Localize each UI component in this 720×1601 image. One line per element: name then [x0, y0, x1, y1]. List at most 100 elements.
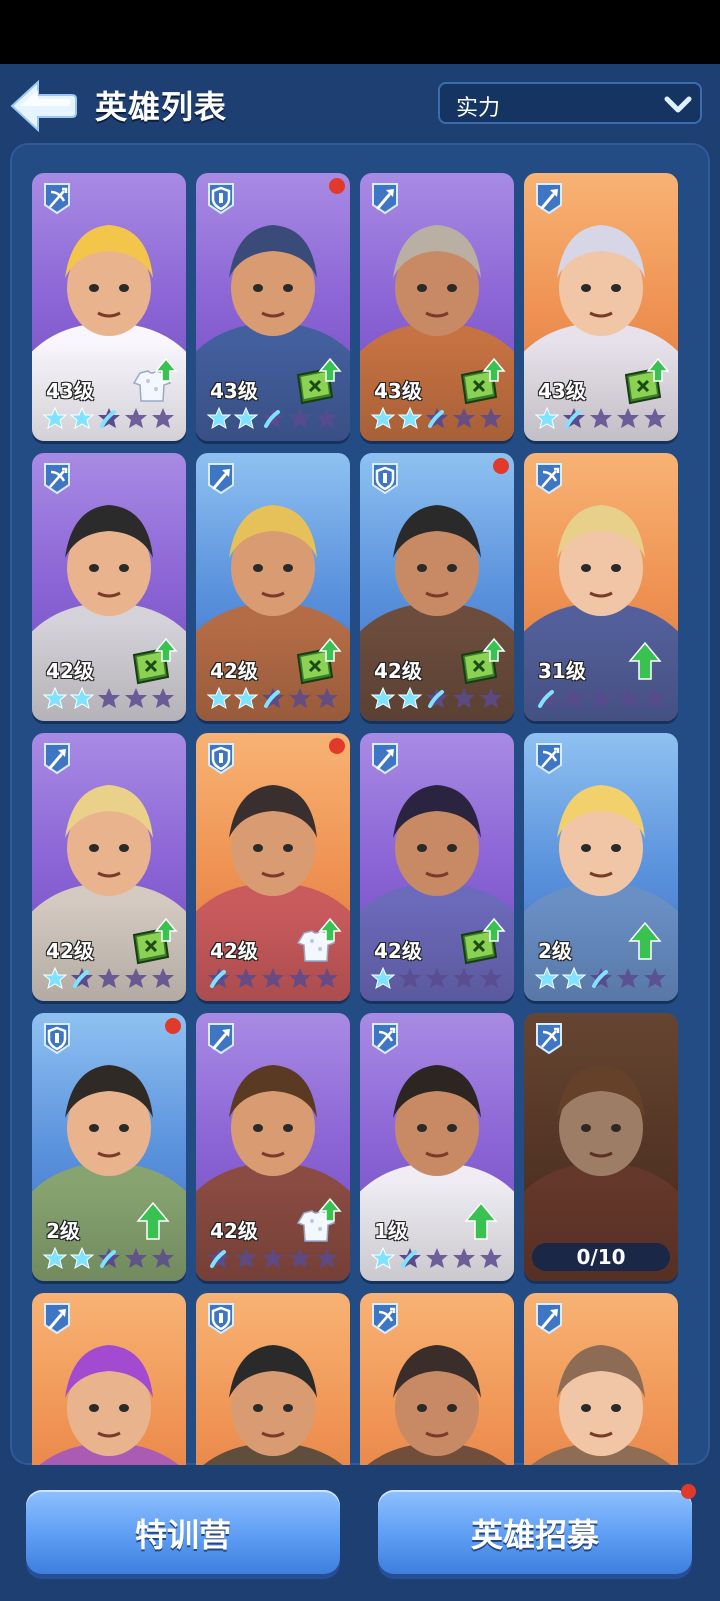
star-icon [69, 406, 95, 430]
skill-book-upgrade-icon [128, 917, 178, 967]
crossbow-class-icon [534, 741, 564, 775]
star-icon [370, 966, 396, 990]
hero-card[interactable]: 43级 [32, 173, 186, 441]
hero-level: 43级 [538, 379, 586, 403]
hero-card[interactable]: 42级 [196, 733, 350, 1001]
star-icon [563, 688, 585, 708]
hero-card[interactable]: 42级 [360, 733, 514, 1001]
hero-level: 43级 [374, 379, 422, 403]
star-rating [534, 685, 668, 713]
star-icon [262, 408, 284, 428]
star-icon [534, 966, 560, 990]
star-icon [125, 968, 147, 988]
star-icon [453, 1248, 475, 1268]
hero-card[interactable]: 42级 [32, 733, 186, 1001]
hero-card[interactable]: 31级 [524, 453, 678, 721]
skill-book-upgrade-icon [456, 357, 506, 407]
hero-card[interactable] [196, 1293, 350, 1465]
star-icon [316, 688, 338, 708]
notification-dot [493, 458, 509, 474]
hero-card[interactable]: 43级 [524, 173, 678, 441]
notification-dot [329, 178, 345, 194]
star-icon [563, 408, 585, 428]
star-icon [98, 1248, 120, 1268]
spear-class-icon [370, 181, 400, 215]
skill-book-upgrade-icon [456, 917, 506, 967]
skill-book-upgrade-icon [620, 357, 670, 407]
skill-book-upgrade-icon [456, 637, 506, 687]
star-icon [397, 686, 423, 710]
hero-card[interactable] [32, 1293, 186, 1465]
hero-card[interactable] [524, 1293, 678, 1465]
hero-level: 42级 [210, 1219, 258, 1243]
hero-card[interactable]: 43级 [360, 173, 514, 441]
star-icon [590, 688, 612, 708]
star-icon [152, 1248, 174, 1268]
hero-level: 2级 [538, 939, 572, 963]
hero-card[interactable]: 1级 [360, 1013, 514, 1281]
star-icon [453, 408, 475, 428]
sort-dropdown[interactable]: 实力 [438, 82, 702, 124]
hero-level: 42级 [46, 659, 94, 683]
star-icon [262, 968, 284, 988]
star-icon [233, 686, 259, 710]
back-button[interactable] [8, 76, 78, 136]
star-icon [208, 968, 230, 988]
star-icon [262, 1248, 284, 1268]
crossbow-class-icon [370, 1021, 400, 1055]
star-icon [536, 688, 558, 708]
hero-card[interactable]: 0/10 [524, 1013, 678, 1281]
star-icon [125, 1248, 147, 1268]
hero-card[interactable]: 2级 [524, 733, 678, 1001]
spear-class-icon [206, 461, 236, 495]
star-icon [289, 968, 311, 988]
star-icon [262, 688, 284, 708]
hero-card[interactable] [360, 1293, 514, 1465]
star-icon [235, 968, 257, 988]
hero-level: 42级 [46, 939, 94, 963]
crossbow-class-icon [534, 1021, 564, 1055]
star-rating [534, 405, 668, 433]
star-icon [561, 966, 587, 990]
star-icon [453, 968, 475, 988]
star-icon [644, 688, 666, 708]
hero-level: 42级 [374, 659, 422, 683]
hero-card[interactable]: 42级 [360, 453, 514, 721]
star-rating [206, 685, 340, 713]
star-icon [534, 406, 560, 430]
star-icon [426, 408, 448, 428]
star-icon [316, 968, 338, 988]
upgrade-arrow-icon [128, 1197, 178, 1247]
hero-level: 43级 [46, 379, 94, 403]
star-icon [617, 408, 639, 428]
header: 英雄列表 实力 [0, 64, 720, 144]
hero-card[interactable]: 42级 [196, 453, 350, 721]
star-rating [206, 965, 340, 993]
hero-recruit-button[interactable]: 英雄招募 [378, 1484, 696, 1574]
hero-grid[interactable]: 43级 43级 43级 43级 42级 42级 42级 31级 42级 42级 42级 2级 2级 42级… [10, 143, 710, 1465]
hero-card[interactable]: 2级 [32, 1013, 186, 1281]
star-icon [42, 966, 68, 990]
training-camp-label: 特训营 [134, 1516, 231, 1554]
hero-card[interactable]: 42级 [196, 1013, 350, 1281]
hero-level: 42级 [210, 939, 258, 963]
outfit-upgrade-icon [292, 917, 342, 967]
star-icon [426, 688, 448, 708]
star-rating [370, 965, 504, 993]
hero-card[interactable]: 43级 [196, 173, 350, 441]
outfit-upgrade-icon [292, 1197, 342, 1247]
star-icon [617, 968, 639, 988]
skill-book-upgrade-icon [292, 357, 342, 407]
spear-class-icon [370, 741, 400, 775]
star-icon [42, 686, 68, 710]
star-icon [208, 1248, 230, 1268]
star-icon [206, 406, 232, 430]
training-camp-button[interactable]: 特训营 [26, 1490, 340, 1574]
star-icon [69, 1246, 95, 1270]
page-title: 英雄列表 [95, 88, 228, 126]
star-rating [206, 405, 340, 433]
spear-class-icon [42, 1301, 72, 1335]
star-icon [590, 408, 612, 428]
star-icon [370, 1246, 396, 1270]
hero-card[interactable]: 42级 [32, 453, 186, 721]
